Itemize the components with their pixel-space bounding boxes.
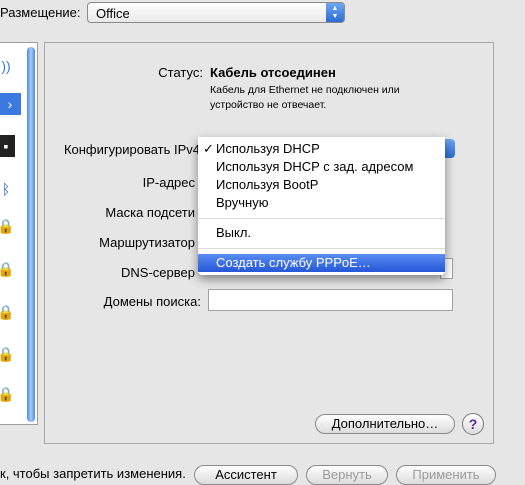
menu-item-label: Используя DHCP xyxy=(216,141,320,156)
location-value: Office xyxy=(96,6,130,21)
updown-arrows-icon: ▲ ▼ xyxy=(326,3,344,22)
menu-item-dhcp-manual-address[interactable]: Используя DHCP с зад. адресом xyxy=(198,158,445,176)
bluetooth-icon[interactable]: ᛒ xyxy=(0,178,15,200)
menu-item-label: Используя BootP xyxy=(216,177,319,192)
sidebar-scrollbar[interactable] xyxy=(27,47,35,422)
revert-button[interactable]: Вернуть xyxy=(306,465,388,485)
vpn-lock-icon[interactable]: 🔒 xyxy=(0,343,15,365)
menu-item-label: Вручную xyxy=(216,195,269,210)
menu-separator xyxy=(198,218,445,219)
router-label: Маршрутизатор xyxy=(99,235,195,250)
menu-item-label: Создать службу PPPoE… xyxy=(216,255,371,270)
location-select[interactable]: Office ▲ ▼ xyxy=(87,2,345,23)
advanced-button[interactable]: Дополнительно… xyxy=(315,414,455,434)
status-description-line2: устройство не отвечает. xyxy=(210,99,327,111)
vpn-lock-icon[interactable]: 🔒 xyxy=(0,301,15,323)
selected-service-icon[interactable]: › xyxy=(0,93,21,115)
vpn-lock-icon[interactable]: 🔒 xyxy=(0,215,15,237)
subnet-mask-label: Маска подсети xyxy=(105,205,195,220)
service-list[interactable]: )) › ▪ ᛒ 🔒 🔒 🔒 🔒 🔒 xyxy=(0,42,38,425)
help-button[interactable]: ? xyxy=(462,413,484,435)
wifi-icon[interactable]: )) xyxy=(0,55,15,77)
apply-button[interactable]: Применить xyxy=(396,465,496,485)
lock-hint-text: к, чтобы запретить изменения. xyxy=(0,466,186,481)
search-domains-field[interactable] xyxy=(208,289,453,311)
configure-ipv4-label: Конфигурировать IPv4 xyxy=(63,142,200,157)
menu-item-label: Используя DHCP с зад. адресом xyxy=(216,159,414,174)
ip-address-label: IP-адрес xyxy=(142,175,195,190)
menu-item-off[interactable]: Выкл. xyxy=(198,224,445,242)
menu-item-dhcp[interactable]: ✓ Используя DHCP xyxy=(198,140,445,158)
location-label: Размещение: xyxy=(0,5,81,20)
menu-item-manual[interactable]: Вручную xyxy=(198,194,445,212)
vpn-lock-icon[interactable]: 🔒 xyxy=(0,383,15,405)
status-description-line1: Кабель для Ethernet не подключен или xyxy=(210,84,400,96)
checkmark-icon: ✓ xyxy=(203,141,214,156)
vpn-lock-icon[interactable]: 🔒 xyxy=(0,258,15,280)
menu-item-create-pppoe[interactable]: Создать службу PPPoE… xyxy=(198,254,445,272)
menu-separator xyxy=(198,248,445,249)
menu-item-label: Выкл. xyxy=(216,225,252,240)
dns-server-label: DNS-сервер xyxy=(121,265,195,280)
status-value: Кабель отсоединен xyxy=(210,65,336,80)
search-domains-label: Домены поиска: xyxy=(103,294,201,309)
configure-ipv4-menu[interactable]: ✓ Используя DHCP Используя DHCP с зад. а… xyxy=(198,137,445,275)
status-label: Статус: xyxy=(158,65,203,80)
firewire-icon[interactable]: ▪ xyxy=(0,135,15,157)
menu-item-bootp[interactable]: Используя BootP xyxy=(198,176,445,194)
assistant-button[interactable]: Ассистент xyxy=(194,465,298,485)
